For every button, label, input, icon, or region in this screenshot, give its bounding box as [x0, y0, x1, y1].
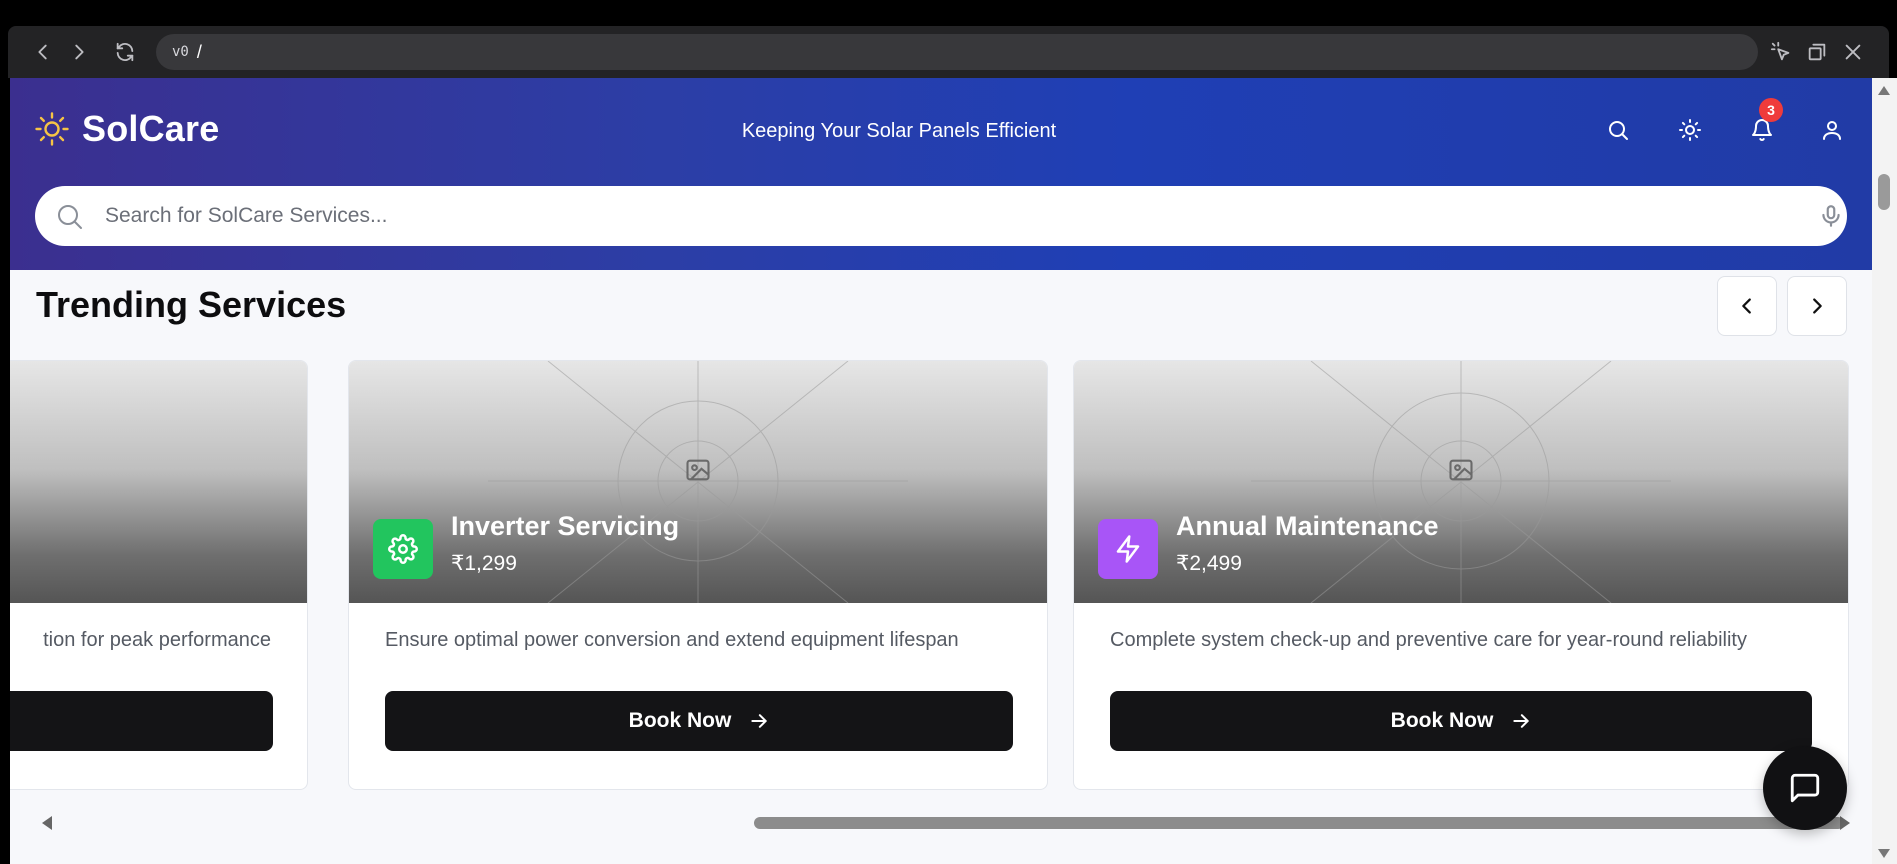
chevron-right-icon: [1813, 298, 1822, 314]
service-icon-tile: [373, 519, 433, 579]
site-header: SolCare Keeping Your Solar Panels Effici…: [10, 78, 1872, 270]
sun-icon: [1679, 119, 1701, 141]
book-now-button[interactable]: Book Now: [1110, 691, 1812, 751]
scroll-left-arrow[interactable]: [42, 816, 52, 830]
search-button[interactable]: [1602, 114, 1634, 146]
service-price: ₹2,499: [1176, 552, 1242, 575]
chat-button[interactable]: [1763, 746, 1847, 830]
arrow-right-icon: [751, 714, 767, 728]
page-scrollbar[interactable]: [1872, 78, 1897, 864]
reload-icon: [116, 42, 134, 62]
screen: v0 / SolCare Keeping Your Solar Panels E…: [0, 0, 1897, 864]
service-icon-tile: [1098, 519, 1158, 579]
address-bar[interactable]: v0 /: [156, 34, 1758, 70]
header-tagline: Keeping Your Solar Panels Efficient: [741, 120, 1057, 142]
trending-title: Trending Services: [36, 284, 347, 325]
chat-bubble-icon: [1790, 773, 1820, 803]
service-card: Inverter Servicing ₹1,299 Ensure optimal…: [348, 360, 1048, 790]
url-path: /: [196, 41, 202, 62]
page-viewport: SolCare Keeping Your Solar Panels Effici…: [10, 78, 1872, 864]
scrollbar-thumb[interactable]: [1878, 174, 1890, 210]
inspect-button[interactable]: [1766, 37, 1796, 67]
theme-toggle-button[interactable]: [1674, 114, 1706, 146]
service-name: Annual Maintenance: [1176, 511, 1439, 541]
chevron-left-icon: [1742, 298, 1751, 314]
mic-icon[interactable]: [1818, 203, 1844, 229]
service-description: Ensure optimal power conversion and exte…: [385, 629, 959, 651]
book-now-label: Book Now: [1390, 709, 1494, 732]
pointer-select-icon: [1770, 41, 1790, 61]
browser-chrome: v0 /: [0, 0, 1897, 78]
image-placeholder-icon: [1447, 456, 1475, 484]
service-card: tion for peak performance: [10, 360, 308, 790]
scroll-up-arrow[interactable]: [1878, 86, 1890, 95]
copy-window-icon: [1808, 43, 1826, 61]
url-prefix: v0: [172, 44, 189, 60]
service-image: Inverter Servicing ₹1,299: [349, 361, 1047, 603]
chevron-right-icon: [75, 44, 84, 60]
scroll-down-arrow[interactable]: [1878, 849, 1890, 858]
carousel-prev-button[interactable]: [1717, 276, 1777, 336]
search-icon: [55, 202, 85, 232]
browser-toolbar: v0 /: [8, 26, 1889, 78]
book-now-button[interactable]: Book Now: [385, 691, 1013, 751]
close-icon: [1845, 44, 1861, 60]
book-now-label: Book Now: [628, 709, 732, 732]
scrollbar-thumb[interactable]: [754, 817, 1844, 829]
search-input[interactable]: [105, 196, 1785, 236]
carousel-scrollbar[interactable]: [36, 808, 1856, 834]
forward-button[interactable]: [64, 37, 94, 67]
notification-badge: 3: [1759, 98, 1783, 122]
book-now-button[interactable]: [10, 691, 273, 751]
search-bar: [35, 186, 1847, 246]
service-image: [10, 361, 307, 603]
service-description: Complete system check-up and preventive …: [1110, 629, 1747, 651]
scroll-right-arrow[interactable]: [1840, 816, 1850, 830]
service-name: Inverter Servicing: [451, 511, 680, 541]
back-button[interactable]: [28, 37, 58, 67]
chevron-left-icon: [38, 44, 47, 60]
carousel-next-button[interactable]: [1787, 276, 1847, 336]
service-card: Annual Maintenance ₹2,499 Complete syste…: [1073, 360, 1849, 790]
service-price: ₹1,299: [451, 552, 517, 575]
open-window-button[interactable]: [1802, 37, 1832, 67]
service-image: Annual Maintenance ₹2,499: [1074, 361, 1848, 603]
gear-icon: [388, 534, 418, 564]
service-description: tion for peak performance: [43, 629, 271, 651]
close-button[interactable]: [1838, 37, 1868, 67]
reload-button[interactable]: [110, 37, 140, 67]
profile-button[interactable]: [1816, 114, 1848, 146]
user-icon: [1823, 121, 1841, 140]
bolt-icon: [1116, 535, 1140, 563]
search-icon: [1609, 121, 1628, 140]
image-placeholder-icon: [684, 456, 712, 484]
arrow-right-icon: [1513, 714, 1529, 728]
